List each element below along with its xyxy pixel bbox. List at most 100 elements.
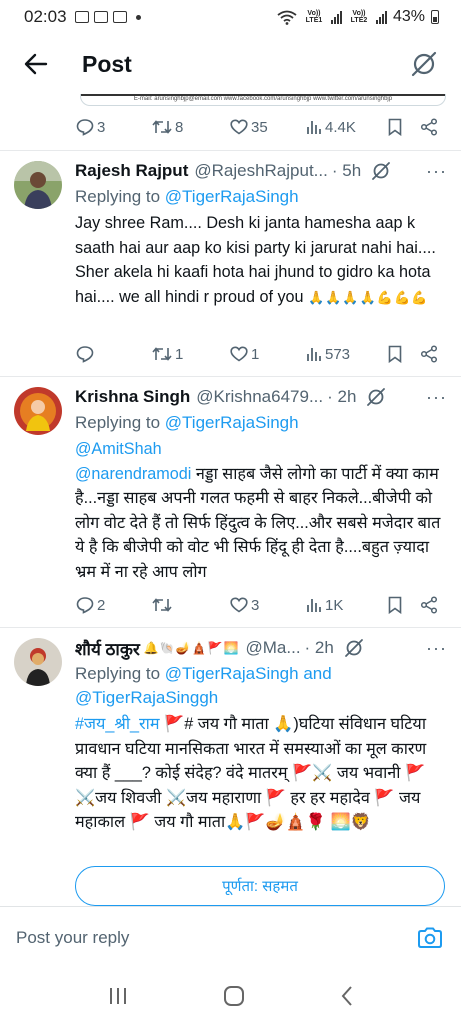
hashtag-link[interactable]: #जय_श्री_राम xyxy=(75,715,160,733)
tweet-text: Jay shree Ram.... Desh ki janta hamesha … xyxy=(75,211,447,310)
share-button[interactable] xyxy=(420,118,438,136)
more-notifications-icon xyxy=(135,14,141,20)
gallery-notification-icon xyxy=(93,11,108,23)
wifi-icon xyxy=(277,10,297,25)
more-options-icon[interactable]: ··· xyxy=(426,638,447,659)
repost-icon xyxy=(152,598,172,612)
reply-button[interactable] xyxy=(76,345,152,363)
previous-post-card[interactable]: E-mail: arunsinghbjp@email.com www.faceb… xyxy=(80,94,446,106)
grok-icon xyxy=(344,639,363,657)
news-notification-icon xyxy=(112,11,127,23)
battery-level: 43% xyxy=(392,8,425,25)
lte1-label: Vo)) LTE1 xyxy=(305,10,323,24)
author-handle[interactable]: @RajeshRajput... xyxy=(194,161,328,181)
bookmark-icon xyxy=(388,118,402,136)
reply-tweet[interactable]: शौर्य ठाकुर 🔔🐚🪔🛕🚩🌅 @Ma... · 2h ··· Reply… xyxy=(0,628,461,906)
replying-to-link[interactable]: @TigerRajaSinggh xyxy=(75,688,218,707)
repost-count: 1 xyxy=(175,345,184,363)
like-count: 35 xyxy=(251,118,268,136)
reply-actions: 2 3 1K xyxy=(76,592,444,618)
author-handle[interactable]: @Krishna6479... xyxy=(196,387,323,407)
heart-icon xyxy=(230,597,248,613)
reply-button[interactable]: 2 xyxy=(76,596,152,614)
like-button[interactable]: 1 xyxy=(230,346,306,363)
home-icon[interactable] xyxy=(223,985,245,1007)
share-button[interactable] xyxy=(420,596,438,614)
share-icon xyxy=(420,596,438,614)
replying-to-link[interactable]: @TigerRajaSingh xyxy=(165,413,299,432)
view-count: 573 xyxy=(325,345,351,363)
author-handle[interactable]: @Ma... xyxy=(246,638,301,658)
share-button[interactable] xyxy=(420,345,438,363)
reply-button[interactable]: 3 xyxy=(76,118,152,136)
like-button[interactable]: 35 xyxy=(230,119,306,136)
image-notification-icon xyxy=(74,11,89,23)
views-button[interactable]: 573 xyxy=(306,346,388,363)
translate-label: पूर्णता: सहमत xyxy=(222,878,298,895)
camera-button[interactable] xyxy=(415,923,445,953)
avatar[interactable] xyxy=(14,161,62,209)
post-time[interactable]: · 2h xyxy=(327,387,356,407)
back-nav-icon[interactable] xyxy=(340,985,354,1007)
reply-count: 3 xyxy=(97,118,106,136)
camera-icon xyxy=(418,927,442,948)
post-header: Post xyxy=(0,34,461,94)
status-time: 02:03 xyxy=(24,7,67,26)
grok-button[interactable] xyxy=(366,387,386,407)
like-button[interactable]: 3 xyxy=(230,597,306,614)
repost-icon xyxy=(152,347,172,361)
grok-icon xyxy=(411,51,437,77)
reply-icon xyxy=(76,119,94,136)
system-nav-bar xyxy=(0,968,461,1024)
reply-input[interactable]: Post your reply xyxy=(16,928,415,948)
repost-button[interactable] xyxy=(152,597,230,613)
author-name[interactable]: Krishna Singh xyxy=(75,387,190,407)
tweet-emoji: 🙏🙏🙏🙏💪💪💪 xyxy=(308,289,429,305)
bookmark-button[interactable] xyxy=(388,118,420,136)
repost-button[interactable]: 8 xyxy=(152,119,230,136)
reply-tweet[interactable]: Krishna Singh @Krishna6479... · 2h ··· R… xyxy=(0,377,461,627)
replying-to-prefix: Replying to xyxy=(75,664,165,683)
translate-button[interactable]: पूर्णता: सहमत xyxy=(75,866,445,906)
back-button[interactable] xyxy=(20,48,52,80)
bookmark-button[interactable] xyxy=(388,345,420,363)
avatar[interactable] xyxy=(14,638,62,686)
more-options-icon[interactable]: ··· xyxy=(426,387,447,408)
like-count: 3 xyxy=(251,596,260,614)
recent-apps-icon[interactable] xyxy=(107,986,129,1006)
view-count: 4.4K xyxy=(325,118,356,136)
bookmark-button[interactable] xyxy=(388,596,420,614)
views-icon xyxy=(307,599,321,612)
replying-to-and: and xyxy=(298,664,332,683)
author-name-emoji: 🔔🐚🪔🛕🚩🌅 xyxy=(143,641,240,655)
views-button[interactable]: 4.4K xyxy=(306,119,388,136)
mention-link[interactable]: @narendramodi xyxy=(75,465,191,483)
avatar[interactable] xyxy=(14,387,62,435)
post-time[interactable]: · 2h xyxy=(305,638,334,658)
reply-actions: 1 1 573 xyxy=(76,341,444,367)
views-icon xyxy=(307,348,321,361)
grok-button[interactable] xyxy=(407,47,441,81)
replying-to-link[interactable]: @TigerRajaSingh xyxy=(165,664,299,683)
author-name[interactable]: शौर्य ठाकुर xyxy=(75,637,140,660)
mention-link[interactable]: @AmitShah xyxy=(75,440,162,458)
tweet-text: #जय_श्री_राम 🚩# जय गौ माता 🙏)घटिया संविध… xyxy=(75,712,447,835)
more-options-icon[interactable]: ··· xyxy=(426,161,447,182)
status-bar: 02:03 Vo)) LTE1 Vo)) LTE2 43% xyxy=(0,0,461,34)
bookmark-icon xyxy=(388,345,402,363)
views-button[interactable]: 1K xyxy=(306,597,388,614)
reply-icon xyxy=(76,346,94,363)
lte2-label: Vo)) LTE2 xyxy=(350,10,368,24)
previous-post-card-text: E-mail: arunsinghbjp@email.com www.faceb… xyxy=(133,96,393,102)
author-name[interactable]: Rajesh Rajput xyxy=(75,161,188,181)
bookmark-icon xyxy=(388,596,402,614)
grok-button[interactable] xyxy=(371,161,391,181)
replying-to-link[interactable]: @TigerRajaSingh xyxy=(165,187,299,206)
replying-to: Replying to @TigerRajaSingh and @TigerRa… xyxy=(75,662,447,710)
tweet-text: @AmitShah @narendramodi नड्डा साहब जैसे … xyxy=(75,437,447,584)
repost-button[interactable]: 1 xyxy=(152,346,230,363)
heart-icon xyxy=(230,119,248,135)
grok-button[interactable] xyxy=(344,638,364,658)
replying-to: Replying to @TigerRajaSingh xyxy=(75,185,447,209)
post-time[interactable]: · 5h xyxy=(332,161,361,181)
